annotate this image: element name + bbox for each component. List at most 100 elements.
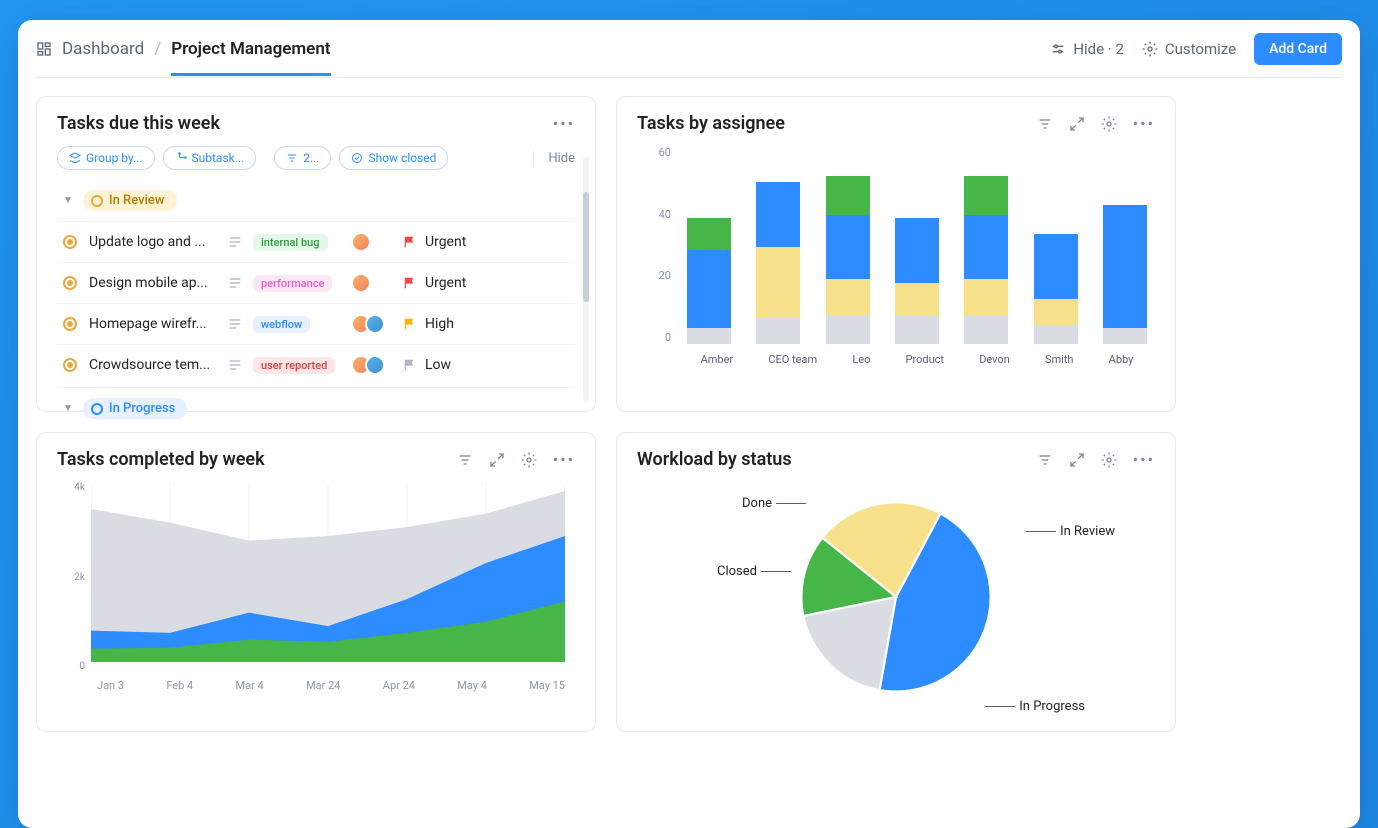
task-tag: internal bug [253, 234, 328, 251]
area-chart: 4k2k0 Jan 3Feb 4Mar 4Mar 24Apr 24May 4Ma… [57, 482, 575, 692]
dashboard-grid: Tasks due this week ••• Group by... Subt… [36, 78, 1342, 732]
sliders-icon [1050, 41, 1066, 57]
add-card-button[interactable]: Add Card [1254, 33, 1342, 65]
task-tag: webflow [253, 316, 310, 333]
gear-icon[interactable] [521, 452, 537, 468]
pie-svg [791, 492, 1001, 702]
task-tag: performance [253, 275, 332, 292]
task-status-icon [63, 276, 77, 290]
filter-icon[interactable] [457, 452, 473, 468]
expand-icon[interactable] [1069, 116, 1085, 132]
layers-icon [69, 152, 81, 164]
pie-label: In Progress [985, 699, 1085, 714]
task-name: Crowdsource tem... [89, 357, 219, 373]
card-title: Tasks due this week [57, 113, 220, 134]
avatar [365, 314, 385, 334]
priority: Low [403, 357, 569, 373]
subtask-pill[interactable]: Subtask... [163, 146, 257, 170]
filter-icon[interactable] [1037, 116, 1053, 132]
tasks-completed-card: Tasks completed by week ••• 4k2k0 Jan 3F… [36, 432, 596, 732]
description-icon [227, 234, 243, 250]
task-row[interactable]: Update logo and ... internal bug Urgent [57, 221, 575, 262]
priority: Urgent [403, 234, 569, 250]
priority: Urgent [403, 275, 569, 291]
hide-toggle[interactable]: Hide · 2 [1050, 40, 1124, 58]
assignees [351, 355, 395, 375]
expand-icon[interactable] [1069, 452, 1085, 468]
filter-icon[interactable] [1037, 452, 1053, 468]
hide-label: Hide · 2 [1073, 40, 1124, 58]
workload-card: Workload by status ••• In Progress In Rev… [616, 432, 1176, 732]
status-group-in-progress[interactable]: ▼ In Progress [57, 387, 575, 429]
tasks-by-assignee-card: Tasks by assignee ••• 6040200 AmberCEO t… [616, 96, 1176, 412]
flag-icon [403, 317, 417, 331]
customize-label: Customize [1165, 40, 1236, 58]
customize-button[interactable]: Customize [1142, 40, 1236, 58]
flag-icon [403, 235, 417, 249]
pie-label: Closed [717, 564, 791, 579]
app-window: Dashboard / Project Management Hide · 2 … [18, 20, 1360, 828]
task-name: Homepage wirefr... [89, 316, 219, 332]
filters-row: Group by... Subtask... 2... Show closed … [57, 146, 575, 170]
more-icon[interactable]: ••• [1133, 450, 1155, 469]
tasks-due-card: Tasks due this week ••• Group by... Subt… [36, 96, 596, 412]
task-row[interactable]: Homepage wirefr... webflow High [57, 303, 575, 344]
description-icon [227, 316, 243, 332]
more-icon[interactable]: ••• [1133, 114, 1155, 133]
breadcrumb-root[interactable]: Dashboard [62, 39, 144, 59]
priority: High [403, 316, 569, 332]
group-by-pill[interactable]: Group by... [57, 146, 155, 170]
assignees [351, 314, 395, 334]
pie-label: Done [742, 496, 806, 511]
task-row[interactable]: Crowdsource tem... user reported Low [57, 344, 575, 385]
expand-icon[interactable] [489, 452, 505, 468]
gear-icon [1142, 41, 1158, 57]
topbar: Dashboard / Project Management Hide · 2 … [36, 20, 1342, 78]
hide-link[interactable]: Hide [533, 151, 575, 166]
flag-icon [403, 276, 417, 290]
more-icon[interactable]: ••• [553, 450, 575, 469]
more-icon[interactable]: ••• [553, 114, 575, 133]
task-status-icon [63, 358, 77, 372]
chevron-down-icon: ▼ [63, 195, 73, 206]
x-axis: Jan 3Feb 4Mar 4Mar 24Apr 24May 4May 15 [97, 679, 565, 692]
chevron-down-icon: ▼ [63, 403, 73, 414]
flag-icon [403, 358, 417, 372]
avatar [351, 273, 371, 293]
pie-chart: In Progress In Review Done Closed [637, 482, 1155, 722]
x-axis: AmberCEO teamLeoProductDevonSmithAbby [683, 353, 1151, 366]
task-list: Update logo and ... internal bug Urgent … [57, 221, 575, 385]
check-circle-icon [351, 152, 363, 164]
gear-icon[interactable] [1101, 452, 1117, 468]
scrollbar[interactable] [583, 157, 589, 401]
breadcrumb-separator: / [154, 39, 161, 59]
task-tag: user reported [253, 357, 335, 374]
avatar [351, 232, 371, 252]
status-badge-in-progress: In Progress [83, 398, 187, 419]
pie-label: In Review [1026, 524, 1115, 539]
task-name: Design mobile ap... [89, 275, 219, 291]
y-axis: 6040200 [637, 146, 671, 344]
top-actions: Hide · 2 Customize Add Card [1050, 33, 1342, 65]
avatar [365, 355, 385, 375]
gear-icon[interactable] [1101, 116, 1117, 132]
status-group-in-review[interactable]: ▼ In Review [57, 184, 575, 221]
bar-chart: 6040200 AmberCEO teamLeoProductDevonSmit… [637, 146, 1155, 366]
filter-icon [286, 152, 298, 164]
assignees [351, 273, 395, 293]
breadcrumb: Dashboard / Project Management [36, 39, 331, 59]
subtask-icon [175, 152, 187, 164]
task-status-icon [63, 317, 77, 331]
show-closed-pill[interactable]: Show closed [339, 146, 448, 170]
card-title: Workload by status [637, 449, 792, 470]
task-row[interactable]: Design mobile ap... performance Urgent [57, 262, 575, 303]
status-badge-in-review: In Review [83, 190, 177, 211]
count-pill[interactable]: 2... [274, 146, 331, 170]
area-svg [91, 482, 565, 662]
card-title: Tasks by assignee [637, 113, 785, 134]
task-name: Update logo and ... [89, 234, 219, 250]
breadcrumb-current[interactable]: Project Management [171, 39, 330, 59]
description-icon [227, 357, 243, 373]
card-title: Tasks completed by week [57, 449, 265, 470]
bars-area [683, 150, 1151, 344]
